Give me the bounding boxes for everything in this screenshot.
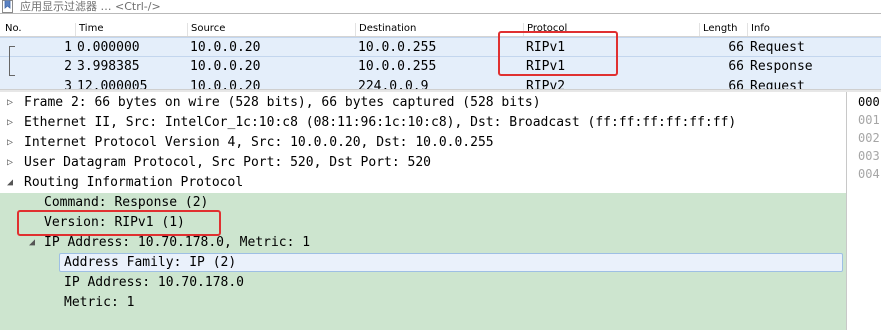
tree-item-address-family[interactable]: Address Family: IP (2) xyxy=(59,253,843,272)
tree-item-rip-entry[interactable]: ◢ IP Address: 10.70.178.0, Metric: 1 xyxy=(0,233,846,253)
packet-destination: 10.0.0.255 xyxy=(358,40,437,55)
packet-destination: 10.0.0.255 xyxy=(358,59,437,74)
hex-offset: 002 xyxy=(858,131,880,145)
protocol-highlight-box xyxy=(498,31,618,76)
expand-arrow-icon[interactable]: ▷ xyxy=(7,97,17,109)
tree-item-label: Routing Information Protocol xyxy=(24,175,244,190)
version-highlight-box xyxy=(17,210,221,236)
packet-info: Response xyxy=(750,59,813,74)
packet-time: 0.000000 xyxy=(77,40,140,55)
hex-offset: 001 xyxy=(858,113,880,127)
packet-no: 1 xyxy=(64,40,72,55)
packet-info: Request xyxy=(750,40,805,55)
tree-item-label: Ethernet II, Src: IntelCor_1c:10:c8 (08:… xyxy=(24,115,737,130)
tree-item-rip[interactable]: ◢ Routing Information Protocol xyxy=(0,173,846,193)
column-header-length[interactable]: Length xyxy=(699,23,738,36)
expand-arrow-icon[interactable]: ▷ xyxy=(7,157,17,169)
column-header-source[interactable]: Source xyxy=(187,23,225,36)
collapse-arrow-icon[interactable]: ◢ xyxy=(29,237,39,249)
packet-row[interactable]: 1 0.000000 10.0.0.20 10.0.0.255 RIPv1 66… xyxy=(0,37,881,57)
column-header-info[interactable]: Info xyxy=(747,23,770,36)
tree-item-label: Address Family: IP (2) xyxy=(64,255,237,270)
packet-protocol: RIPv2 xyxy=(526,79,566,89)
tree-item-ipv4[interactable]: ▷ Internet Protocol Version 4, Src: 10.0… xyxy=(0,133,846,153)
tree-item-label: User Datagram Protocol, Src Port: 520, D… xyxy=(24,155,431,170)
tree-item-label: IP Address: 10.70.178.0 xyxy=(64,275,245,290)
packet-destination: 224.0.0.9 xyxy=(358,79,429,89)
packet-no: 2 xyxy=(64,59,72,74)
packet-info: Request xyxy=(750,79,805,89)
tree-item-ethernet[interactable]: ▷ Ethernet II, Src: IntelCor_1c:10:c8 (0… xyxy=(0,113,846,133)
packet-time: 3.998385 xyxy=(77,59,140,74)
collapse-arrow-icon[interactable]: ◢ xyxy=(7,177,17,189)
hex-offset: 004 xyxy=(858,167,880,181)
packet-source: 10.0.0.20 xyxy=(190,79,261,89)
column-header-no[interactable]: No. xyxy=(2,23,22,36)
packet-bytes-pane[interactable]: 000 001 002 003 004 xyxy=(846,92,881,330)
expand-arrow-icon[interactable]: ▷ xyxy=(7,117,17,129)
packet-length: 66 xyxy=(728,79,744,89)
tree-item-label: Metric: 1 xyxy=(64,295,135,310)
packet-list-header: No. Time Source Destination Protocol Len… xyxy=(0,20,881,37)
bookmark-icon[interactable] xyxy=(2,0,13,13)
hex-offset: 000 xyxy=(858,95,880,109)
packet-row[interactable]: 3 12.000005 10.0.0.20 224.0.0.9 RIPv2 66… xyxy=(0,77,881,89)
packet-length: 66 xyxy=(728,40,744,55)
packet-source: 10.0.0.20 xyxy=(190,40,261,55)
tree-item-ip-address[interactable]: IP Address: 10.70.178.0 xyxy=(0,273,846,293)
packet-length: 66 xyxy=(728,59,744,74)
conversation-bracket-icon xyxy=(9,46,15,76)
packet-list[interactable]: No. Time Source Destination Protocol Len… xyxy=(0,17,881,89)
tree-green-filler xyxy=(0,313,846,330)
display-filter-bar[interactable]: 应用显示过滤器 … <Ctrl-/> xyxy=(0,0,881,14)
tree-item-label: IP Address: 10.70.178.0, Metric: 1 xyxy=(44,235,311,250)
packet-row-selected[interactable]: 2 3.998385 10.0.0.20 10.0.0.255 RIPv1 66… xyxy=(0,57,881,77)
packet-source: 10.0.0.20 xyxy=(190,59,261,74)
packet-no: 3 xyxy=(64,79,72,89)
tree-item-label: Frame 2: 66 bytes on wire (528 bits), 66… xyxy=(24,95,541,110)
expand-arrow-icon[interactable]: ▷ xyxy=(7,137,17,149)
display-filter-placeholder[interactable]: 应用显示过滤器 … <Ctrl-/> xyxy=(20,0,161,13)
packet-time: 12.000005 xyxy=(77,79,148,89)
tree-item-udp[interactable]: ▷ User Datagram Protocol, Src Port: 520,… xyxy=(0,153,846,173)
tree-item-metric[interactable]: Metric: 1 xyxy=(0,293,846,313)
tree-item-label: Internet Protocol Version 4, Src: 10.0.0… xyxy=(24,135,494,150)
tree-item-frame[interactable]: ▷ Frame 2: 66 bytes on wire (528 bits), … xyxy=(0,93,846,113)
hex-offset: 003 xyxy=(858,149,880,163)
column-header-time[interactable]: Time xyxy=(75,23,103,36)
column-header-destination[interactable]: Destination xyxy=(355,23,416,36)
